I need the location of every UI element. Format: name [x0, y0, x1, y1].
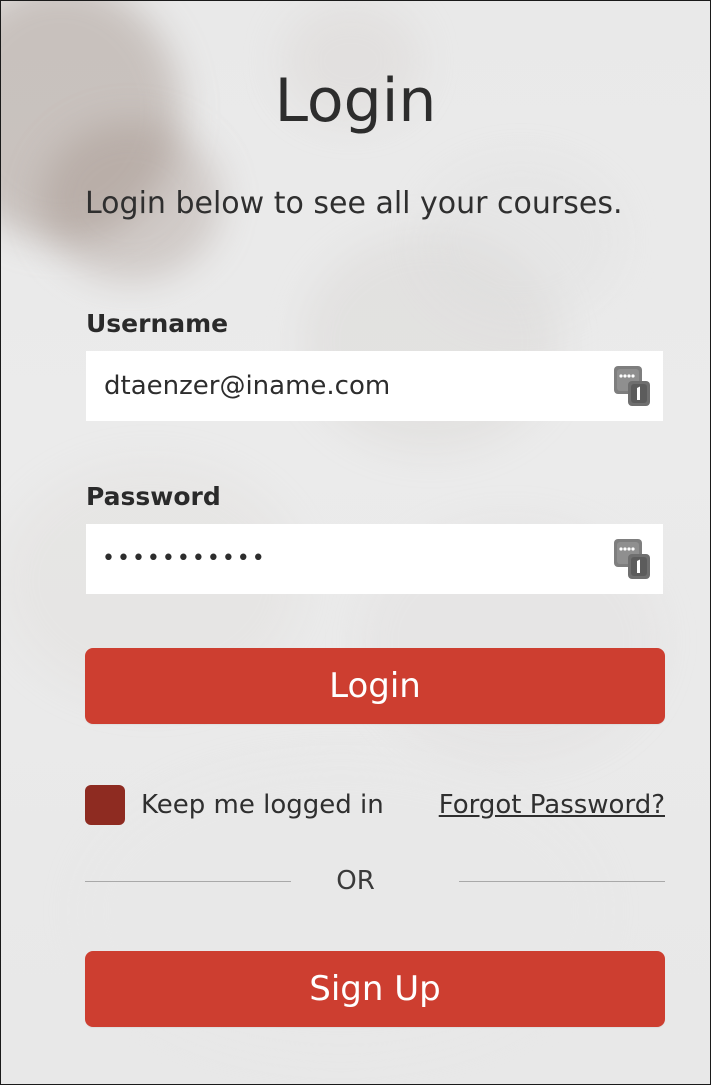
- forgot-password-link[interactable]: Forgot Password?: [439, 789, 665, 821]
- username-input[interactable]: [86, 351, 596, 421]
- sign-up-button[interactable]: Sign Up: [85, 951, 665, 1027]
- keep-logged-in-checkbox[interactable]: [85, 785, 125, 825]
- page-subtitle: Login below to see all your courses.: [85, 186, 623, 221]
- password-field-container[interactable]: •••••••••••: [86, 524, 663, 594]
- divider-right: [459, 881, 665, 882]
- password-label: Password: [86, 482, 221, 511]
- password-input[interactable]: •••••••••••: [102, 544, 267, 574]
- password-manager-key-icon[interactable]: [613, 365, 651, 407]
- page-title: Login: [274, 66, 437, 136]
- login-button[interactable]: Login: [85, 648, 665, 724]
- username-label: Username: [86, 309, 229, 338]
- login-content: Login Login below to see all your course…: [1, 1, 710, 1084]
- keep-logged-in-label[interactable]: Keep me logged in: [141, 789, 384, 821]
- password-manager-key-icon[interactable]: [613, 538, 651, 580]
- login-panel: Login Login below to see all your course…: [0, 0, 711, 1085]
- username-field-container[interactable]: [86, 351, 663, 421]
- remember-row: Keep me logged in Forgot Password?: [85, 785, 665, 825]
